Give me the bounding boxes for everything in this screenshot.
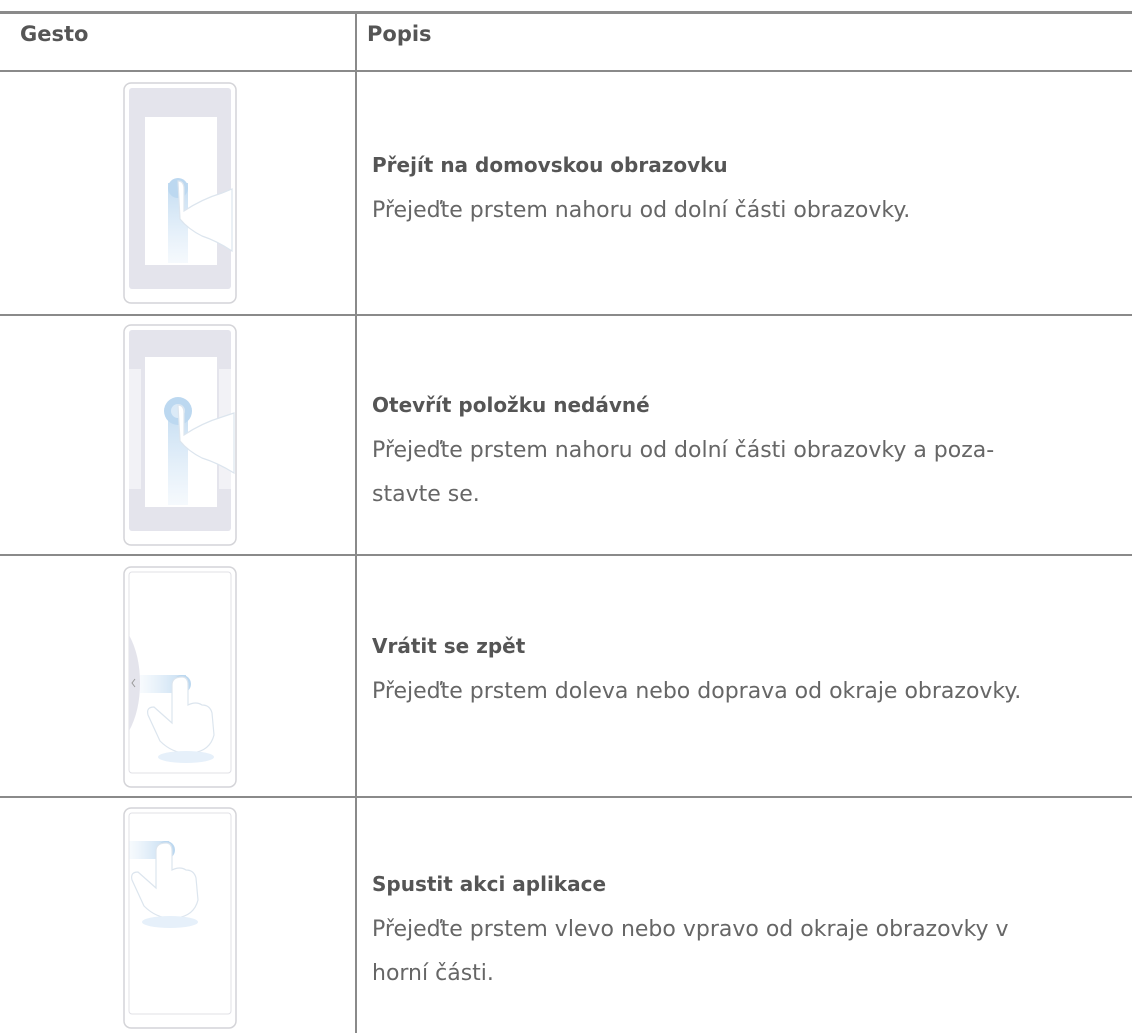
row-description: Vrátit se zpět Přejeďte prstem doleva ne… xyxy=(372,632,1132,714)
gesture-text: Přejeďte prstem nahoru od dolní části ob… xyxy=(372,189,1132,233)
table-row: Vrátit se zpět Přejeďte prstem doleva ne… xyxy=(0,565,1132,789)
gesture-title: Přejít na domovskou obrazovku xyxy=(372,153,728,177)
gesture-text: Přejeďte prstem doleva nebo doprava od o… xyxy=(372,670,1132,714)
row-description: Otevřít položku nedávné Přejeďte prstem … xyxy=(372,391,1132,517)
gesture-text-line: Přejeďte prstem nahoru od dolní části ob… xyxy=(372,198,911,223)
gesture-text: Přejeďte prstem nahoru od dolní části ob… xyxy=(372,429,1132,517)
row-description: Spustit akci aplikace Přejeďte prstem vl… xyxy=(372,870,1132,996)
table-header-rule xyxy=(0,70,1132,72)
gesture-title: Otevřít položku nedávné xyxy=(372,393,650,417)
table-row: Spustit akci aplikace Přejeďte prstem vl… xyxy=(0,806,1132,1032)
swipe-edge-top-action-icon xyxy=(123,807,237,1029)
header-description: Popis xyxy=(367,22,432,46)
header-gesture: Gesto xyxy=(20,22,89,46)
table-row-rule xyxy=(0,314,1132,316)
gesture-text-line: Přejeďte prstem nahoru od dolní části ob… xyxy=(372,438,995,463)
gesture-table: Gesto Popis Přejít na domovskou obrazovk… xyxy=(0,0,1132,1033)
gesture-text-line: Přejeďte prstem doleva nebo doprava od o… xyxy=(372,679,1022,704)
gesture-text: Přejeďte prstem vlevo nebo vpravo od okr… xyxy=(372,908,1132,996)
table-row-rule xyxy=(0,554,1132,556)
table-row: Otevřít položku nedávné Přejeďte prstem … xyxy=(0,323,1132,547)
gesture-text-line: stavte se. xyxy=(372,482,480,507)
swipe-up-home-icon xyxy=(123,82,237,304)
gesture-text-line: Přejeďte prstem vlevo nebo vpravo od okr… xyxy=(372,917,1009,942)
gesture-text-line: horní části. xyxy=(372,961,494,986)
table-top-rule xyxy=(0,11,1132,14)
row-description: Přejít na domovskou obrazovku Přejeďte p… xyxy=(372,151,1132,233)
gesture-title: Vrátit se zpět xyxy=(372,634,526,658)
swipe-up-hold-recents-icon xyxy=(123,324,237,546)
table-row-rule xyxy=(0,796,1132,798)
swipe-edge-back-icon xyxy=(123,566,237,788)
table-row: Přejít na domovskou obrazovku Přejeďte p… xyxy=(0,81,1132,307)
gesture-title: Spustit akci aplikace xyxy=(372,872,607,896)
